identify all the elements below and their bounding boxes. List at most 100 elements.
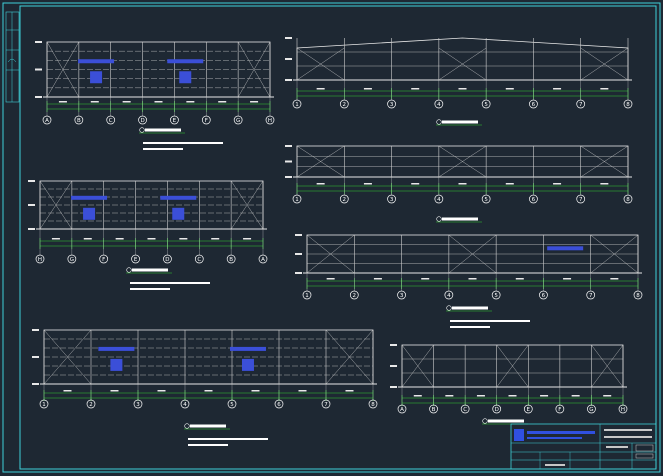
dimension-text-mark [411, 183, 420, 185]
dimension-text-mark [326, 278, 335, 280]
axis-label: 5 [230, 402, 234, 408]
axis-label: 1 [305, 293, 309, 299]
axis-label: 3 [136, 402, 140, 408]
axis-label: B [432, 407, 436, 413]
axis-label: F [102, 257, 105, 263]
annotation-mark [98, 346, 135, 351]
axis-label: 5 [484, 102, 488, 108]
title-block-company [527, 431, 595, 434]
axis-label: 2 [89, 402, 93, 408]
dimension-text-mark [83, 238, 92, 240]
dimension-text-mark [115, 238, 124, 240]
dimension-text-mark [610, 278, 619, 280]
door-opening-mark [172, 207, 185, 220]
dimension-text-mark [563, 278, 572, 280]
axis-label: 6 [277, 402, 281, 408]
axis-label: 4 [183, 402, 187, 408]
axis-label: F [558, 407, 561, 413]
dimension-text-mark [421, 278, 430, 280]
drawing-sheet: A B C D E F G H 1 2 3 4 5 6 7 8 1 2 3 4 5 6 7 8 H G F E D C B A 1 2 3 4 5 6 7 8… [0, 0, 663, 476]
drawing-title-bar [442, 120, 478, 124]
axis-label: A [45, 118, 49, 124]
axis-label: B [229, 257, 233, 263]
level-mark [285, 79, 292, 81]
axis-label: D [140, 118, 144, 124]
level-mark [32, 383, 39, 385]
axis-label: 1 [42, 402, 46, 408]
dimension-text-mark [147, 238, 156, 240]
dimension-text-mark [298, 390, 307, 392]
annotation-mark [160, 195, 197, 200]
axis-label: D [495, 407, 499, 413]
level-mark [390, 344, 397, 346]
axis-label: 7 [579, 197, 583, 203]
axis-label: 4 [437, 197, 441, 203]
dimension-text-mark [63, 390, 72, 392]
dimension-text-mark [345, 390, 354, 392]
dimension-text-mark [515, 278, 524, 280]
drawing-note-bar [130, 282, 210, 284]
level-mark [285, 145, 292, 147]
axis-label: 2 [343, 197, 347, 203]
level-mark [285, 176, 292, 178]
drawing-note-bar [188, 444, 228, 446]
axis-label: 7 [589, 293, 593, 299]
level-mark [285, 160, 292, 163]
dimension-text-mark [316, 183, 325, 185]
axis-label: A [400, 407, 404, 413]
dimension-text-mark [211, 238, 220, 240]
axis-label: 3 [390, 102, 394, 108]
axis-label: 1 [295, 197, 299, 203]
axis-label: H [621, 407, 625, 413]
drawing-title-bar [132, 268, 168, 272]
axis-label: E [527, 407, 531, 413]
annotation-mark [547, 246, 584, 251]
level-mark [390, 386, 397, 388]
axis-label: A [261, 257, 265, 263]
dimension-text-mark [600, 183, 609, 185]
dimension-text-mark [218, 101, 227, 103]
door-opening-mark [179, 71, 192, 84]
axis-label: C [109, 118, 113, 124]
level-mark [35, 68, 42, 71]
level-mark [28, 204, 35, 206]
dimension-text-mark [186, 101, 195, 103]
dimension-text-mark [505, 183, 514, 185]
level-mark [285, 37, 292, 39]
drawing-note-bar [143, 142, 223, 144]
axis-label: 8 [371, 402, 375, 408]
dimension-text-mark [157, 390, 166, 392]
dimension-text-mark [243, 238, 252, 240]
axis-label: D [165, 257, 169, 263]
dimension-text-mark [445, 395, 454, 397]
dimension-text-mark [51, 238, 60, 240]
dimension-text-mark [458, 183, 467, 185]
axis-label: 8 [626, 197, 630, 203]
annotation-mark [71, 195, 108, 200]
level-mark [295, 272, 302, 274]
level-mark [28, 180, 35, 182]
level-mark [35, 41, 42, 43]
drawing-title-bar [442, 217, 478, 221]
axis-label: 7 [579, 102, 583, 108]
drawing-note-bar [450, 326, 490, 328]
dimension-text-mark [90, 101, 99, 103]
drawing-title-bar [145, 128, 181, 132]
door-opening-mark [83, 207, 96, 220]
door-opening-mark [110, 358, 123, 371]
level-mark [295, 253, 302, 255]
dimension-text-mark [250, 101, 259, 103]
axis-label: 2 [343, 102, 347, 108]
title-block-logo [514, 429, 524, 441]
dimension-text-mark [603, 395, 612, 397]
level-mark [390, 365, 397, 367]
level-mark [295, 234, 302, 236]
axis-label: 5 [494, 293, 498, 299]
drawing-note-bar [450, 320, 530, 322]
dimension-text-mark [476, 395, 485, 397]
axis-label: G [70, 257, 74, 263]
level-mark [35, 96, 42, 98]
annotation-mark [78, 59, 115, 64]
dimension-text-mark [600, 88, 609, 90]
drawing-note-bar [130, 288, 170, 290]
